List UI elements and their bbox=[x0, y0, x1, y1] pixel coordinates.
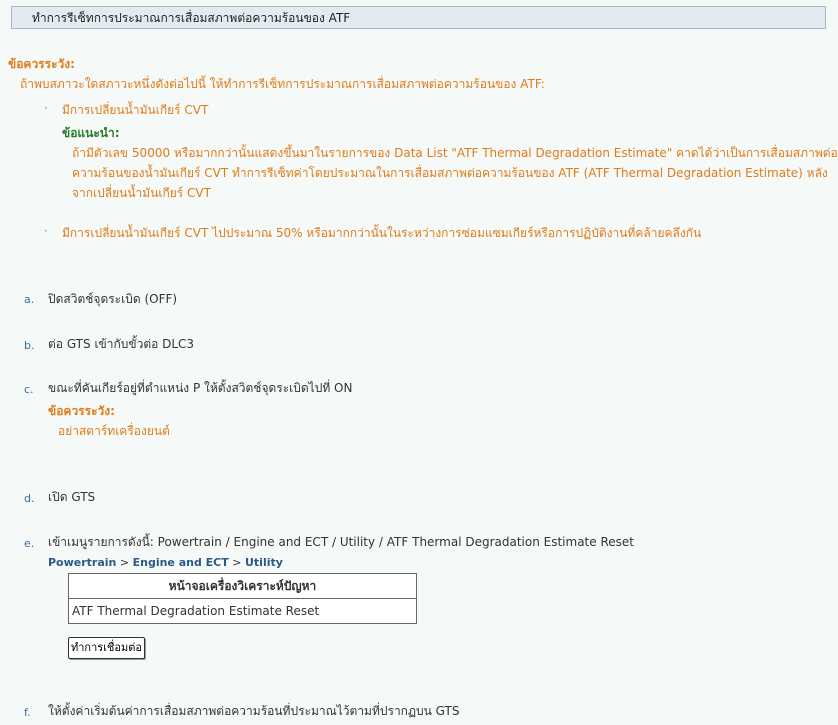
advice-line-3: จากเปลี่ยนน้ำมันเกียร์ CVT bbox=[72, 186, 211, 200]
step-c-caution-heading: ข้อควรระวัง: bbox=[48, 404, 115, 418]
step-d-text: เปิด GTS bbox=[48, 490, 96, 504]
breadcrumb-powertrain[interactable]: Powertrain bbox=[48, 556, 116, 569]
bullet-dot-icon: · bbox=[44, 101, 48, 115]
step-c-caution-text: อย่าสตาร์ทเครื่องยนต์ bbox=[58, 424, 170, 438]
step-c-text: ขณะที่คันเกียร์อยู่ที่ตำแหน่ง P ให้ตั้งส… bbox=[48, 381, 353, 395]
bullet-dot-icon: · bbox=[44, 224, 48, 238]
step-letter: a. bbox=[24, 293, 35, 306]
caution-heading: ข้อควรระวัง: bbox=[8, 57, 75, 71]
step-a-text: ปิดสวิตช์จุดระเบิด (OFF) bbox=[48, 292, 178, 306]
breadcrumb-engine-ect[interactable]: Engine and ECT bbox=[133, 556, 229, 569]
step-f-text: ให้ตั้งค่าเริ่มต้นค่าการเสื่อมสภาพต่อควา… bbox=[48, 704, 460, 718]
advice-line-2: ความร้อนของน้ำมันเกียร์ CVT ทำการรีเซ็ทค… bbox=[72, 166, 828, 180]
advice-heading: ข้อแนะนำ: bbox=[62, 126, 120, 140]
caution-bullet-1: มีการเปลี่ยนน้ำมันเกียร์ CVT bbox=[62, 103, 209, 117]
advice-line-1: ถ้ามีตัวเลข 50000 หรือมากกว่านั้นแสดงขึ้… bbox=[72, 146, 838, 160]
breadcrumb-utility[interactable]: Utility bbox=[245, 556, 283, 569]
step-letter: b. bbox=[24, 339, 35, 352]
diagnostic-screen-table: หน้าจอเครื่องวิเคราะห์ปัญหา ATF Thermal … bbox=[68, 573, 417, 624]
breadcrumb-separator: > bbox=[232, 556, 242, 569]
caution-intro: ถ้าพบสภาวะใดสภาวะหนึ่งดังต่อไปนี้ ให้ทำก… bbox=[20, 77, 545, 91]
step-letter: c. bbox=[24, 383, 34, 396]
step-b-text: ต่อ GTS เข้ากับขั้วต่อ DLC3 bbox=[48, 337, 195, 351]
breadcrumb-separator: > bbox=[119, 556, 130, 569]
step-letter: f. bbox=[24, 706, 31, 719]
step-letter: d. bbox=[24, 492, 35, 505]
diag-table-cell: ATF Thermal Degradation Estimate Reset bbox=[68, 598, 417, 624]
breadcrumb: Powertrain > Engine and ECT > Utility bbox=[48, 556, 283, 569]
caution-bullet-2: มีการเปลี่ยนน้ำมันเกียร์ CVT ไปประมาณ 50… bbox=[62, 226, 702, 240]
page-title: ทำการรีเซ็ทการประมาณการเสื่อมสภาพต่อความ… bbox=[11, 6, 826, 29]
connect-button[interactable]: ทำการเชื่อมต่อ bbox=[68, 637, 146, 659]
diag-table-header: หน้าจอเครื่องวิเคราะห์ปัญหา bbox=[68, 573, 417, 599]
step-letter: e. bbox=[24, 537, 35, 550]
step-e-text: เข้าเมนูรายการดังนี้: Powertrain / Engin… bbox=[48, 535, 634, 549]
